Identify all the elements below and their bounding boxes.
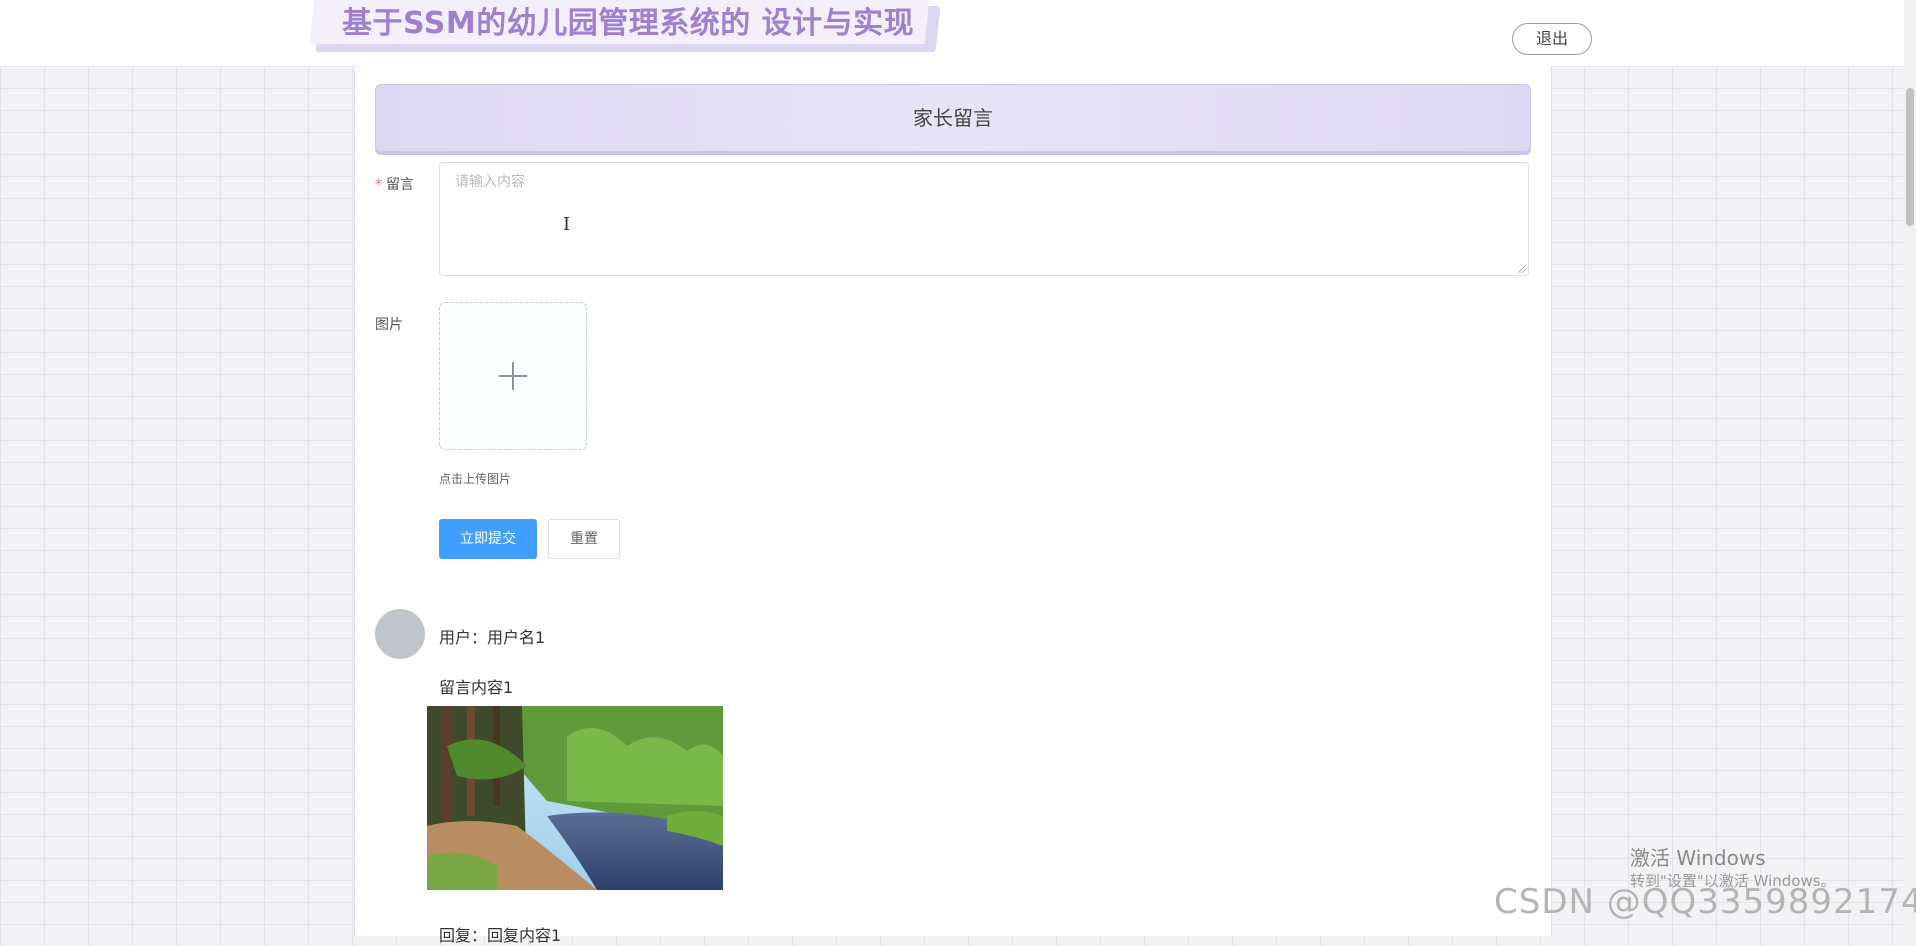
page-heading: 家长留言 xyxy=(375,84,1531,152)
resize-grip-icon[interactable] xyxy=(1518,265,1526,273)
windows-activation-title: 激活 Windows xyxy=(1630,846,1766,870)
csdn-watermark: CSDN @QQ3359892174 xyxy=(1494,882,1916,922)
scrollbar-thumb[interactable] xyxy=(1906,88,1914,226)
main-card: 家长留言 * 留言 请输入内容 I 图片 点击上传图片 立即提交 重置 用户：用户… xyxy=(354,66,1552,945)
plus-icon xyxy=(499,362,527,390)
upload-tip: 点击上传图片 xyxy=(439,472,512,486)
avatar xyxy=(375,609,425,659)
message-field-label: * 留言 xyxy=(375,174,414,194)
site-title: 基于SSM的幼儿园管理系统的 设计与实现 xyxy=(342,6,915,41)
message-user: 用户：用户名1 xyxy=(439,628,546,647)
message-content: 留言内容1 xyxy=(439,678,514,697)
text-cursor-icon: I xyxy=(563,214,571,235)
message-reply: 回复：回复内容1 xyxy=(439,926,562,945)
message-image xyxy=(427,706,723,890)
logout-button[interactable]: 退出 xyxy=(1512,23,1592,55)
reset-button[interactable]: 重置 xyxy=(548,519,620,559)
image-upload-box[interactable] xyxy=(439,302,587,450)
message-label-text: 留言 xyxy=(386,177,414,193)
required-mark: * xyxy=(375,177,382,193)
submit-button[interactable]: 立即提交 xyxy=(439,519,537,559)
message-placeholder: 请输入内容 xyxy=(455,174,525,190)
image-field-label: 图片 xyxy=(375,317,403,333)
top-header: 基于SSM的幼儿园管理系统的 设计与实现 退出 xyxy=(0,0,1904,67)
message-textarea[interactable]: 请输入内容 xyxy=(439,162,1529,276)
